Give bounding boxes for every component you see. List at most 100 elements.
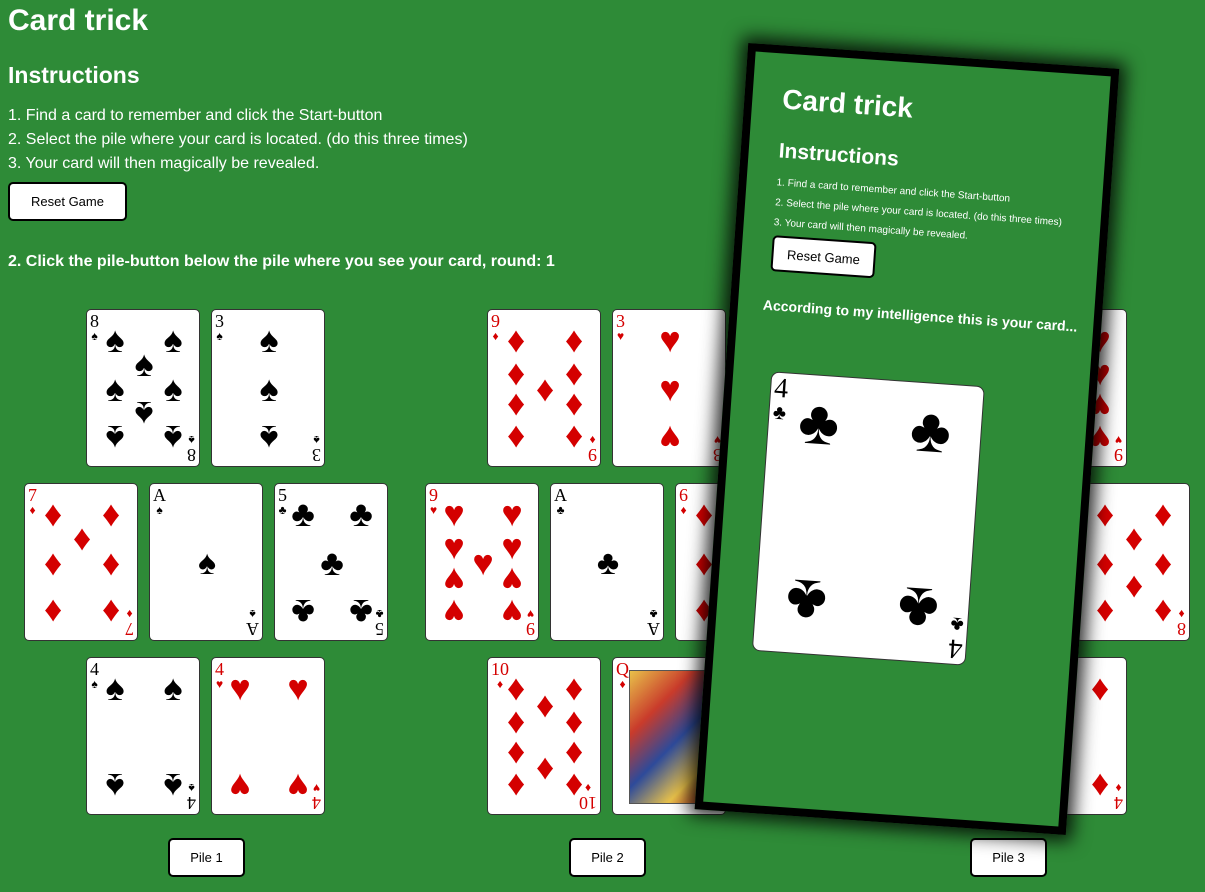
card-corner-bottom: 9 ♥ (1114, 433, 1123, 465)
club-icon: ♣ (278, 503, 287, 517)
card-corner-top: 3 ♠ (215, 312, 224, 342)
club-icon: ♣ (291, 493, 315, 534)
card-rank: 4 (1114, 793, 1123, 813)
playing-card[interactable]: A ♣ A ♣ ♣ (550, 483, 664, 641)
diamond-icon: ♦ (43, 542, 63, 583)
card-rank: 4 (773, 372, 790, 405)
card-rank: 3 (312, 445, 321, 465)
playing-card[interactable]: 3 ♠ 3 ♠ ♠ ♠ ♠ (211, 309, 325, 467)
club-icon: ♣ (796, 387, 842, 460)
spade-icon: ♠ (259, 368, 279, 409)
pile-3-button[interactable]: Pile 3 (970, 838, 1047, 877)
heart-icon: ♥ (659, 418, 681, 459)
card-rank: 5 (375, 619, 384, 639)
diamond-icon: ♦ (1095, 592, 1115, 633)
instruction-step-3: 3. Your card will then magically be reve… (8, 155, 320, 172)
playing-card[interactable]: 9 ♦ 9 ♦ ♦ ♦ ♦ ♦ ♦ ♦ ♦ ♦ ♦ (487, 309, 601, 467)
playing-card[interactable]: 4 ♠ 4 ♠ ♠ ♠ ♠ ♠ (86, 657, 200, 815)
diamond-icon: ♦ (1153, 493, 1173, 534)
card-rank: 8 (187, 445, 196, 465)
diamond-icon: ♦ (72, 517, 92, 558)
card-rank: 4 (187, 793, 196, 813)
card-rank: 5 (278, 485, 287, 505)
reveal-message: According to my intelligence this is you… (762, 296, 1078, 335)
diamond-icon: ♦ (506, 766, 526, 807)
playing-card[interactable]: 4 ♥ 4 ♥ ♥ ♥ ♥ ♥ (211, 657, 325, 815)
card-rank: A (647, 619, 660, 639)
heart-icon: ♥ (472, 542, 494, 583)
overlay-instructions-heading: Instructions (777, 139, 900, 171)
card-rank: 4 (947, 632, 964, 665)
diamond-icon: ♦ (43, 592, 63, 633)
card-corner-top: 8 ♠ (90, 312, 99, 342)
card-rank: A (246, 619, 259, 639)
instruction-step-2: 2. Select the pile where your card is lo… (8, 131, 468, 148)
overlay-reset-game-button[interactable]: Reset Game (770, 235, 877, 279)
heart-icon: ♥ (229, 766, 251, 807)
club-icon: ♣ (949, 612, 965, 636)
spade-icon: ♠ (105, 667, 125, 708)
instruction-step-1: 1. Find a card to remember and click the… (8, 107, 383, 124)
club-icon: ♣ (291, 592, 315, 633)
spade-icon: ♠ (156, 503, 163, 517)
diamond-icon: ♦ (101, 493, 121, 534)
club-icon: ♣ (783, 565, 830, 637)
playing-card[interactable]: A ♠ A ♠ ♠ (149, 483, 263, 641)
spade-icon: ♠ (259, 418, 279, 459)
card-corner-bottom: A ♠ (246, 607, 259, 639)
playing-card[interactable]: 9♥9♥♥♥♥♥♥♥♥♥♥ (425, 483, 539, 641)
diamond-icon: ♦ (1090, 766, 1110, 807)
card-rank: 9 (1114, 445, 1123, 465)
heart-icon: ♥ (287, 766, 309, 807)
diamond-icon: ♦ (535, 684, 555, 725)
reset-game-button[interactable]: Reset Game (8, 182, 127, 221)
card-rank: 9 (491, 311, 500, 331)
club-icon: ♣ (556, 503, 565, 517)
diamond-icon: ♦ (1124, 568, 1144, 609)
playing-card[interactable]: 7 ♦ 7 ♦ ♦ ♦ ♦ ♦ ♦ ♦ ♦ (24, 483, 138, 641)
card-corner-top: A ♣ (554, 486, 567, 516)
spade-icon: ♠ (188, 781, 195, 795)
heart-icon: ♥ (287, 667, 309, 708)
diamond-icon: ♦ (564, 418, 584, 459)
phone-overlay: Card trick Instructions 1. Find a card t… (694, 42, 1120, 836)
spade-icon: ♠ (163, 319, 183, 360)
diamond-icon: ♦ (564, 766, 584, 807)
playing-card[interactable]: 8♦8♦♦♦♦♦♦♦♦♦ (1076, 483, 1190, 641)
playing-card[interactable]: 5 ♣ 5 ♣ ♣ ♣ ♣ ♣ ♣ (274, 483, 388, 641)
club-icon: ♣ (907, 395, 954, 467)
card-rank: 9 (526, 619, 535, 639)
playing-card[interactable]: 3 ♥ 3 ♥ ♥ ♥ ♥ (612, 309, 726, 467)
diamond-icon: ♦ (1090, 667, 1110, 708)
playing-card[interactable]: 8 ♠ 8 ♠ ♠ ♠ ♠ ♠ ♠ ♠ ♠ ♠ (86, 309, 200, 467)
card-corner-top: 4 ♥ (215, 660, 224, 690)
pile-2-button[interactable]: Pile 2 (569, 838, 646, 877)
spade-icon: ♠ (91, 677, 98, 691)
instructions-list: 1. Find a card to remember and click the… (8, 104, 468, 176)
card-corner-top: 9 ♦ (491, 312, 500, 342)
spade-icon: ♠ (163, 766, 183, 807)
club-icon: ♣ (349, 592, 373, 633)
card-corner-bottom: 5 ♣ (375, 607, 384, 639)
heart-icon: ♥ (526, 607, 535, 621)
card-corner-top: 4 ♣ (772, 372, 790, 425)
diamond-icon: ♦ (535, 368, 555, 409)
spade-icon: ♠ (134, 394, 154, 435)
card-corner-bottom: 9 ♦ (588, 433, 597, 465)
diamond-icon: ♦ (101, 592, 121, 633)
pile-1-button[interactable]: Pile 1 (168, 838, 245, 877)
spade-icon: ♠ (188, 433, 195, 447)
heart-icon: ♥ (1114, 433, 1123, 447)
spade-icon: ♠ (105, 418, 125, 459)
card-rank: A (554, 485, 567, 505)
card-rank: 8 (1177, 619, 1186, 639)
diamond-icon: ♦ (694, 493, 714, 534)
playing-card[interactable]: 10 ♦ 10 ♦ ♦ ♦ ♦ ♦ ♦ ♦ ♦ ♦ ♦ ♦ (487, 657, 601, 815)
card-rank: 3 (616, 311, 625, 331)
card-rank: 8 (90, 311, 99, 331)
card-corner-bottom: 4 ♠ (187, 781, 196, 813)
card-corner-bottom: 3 ♠ (312, 433, 321, 465)
heart-icon: ♥ (215, 677, 224, 691)
card-corner-top: 5 ♣ (278, 486, 287, 516)
spade-icon: ♠ (259, 319, 279, 360)
